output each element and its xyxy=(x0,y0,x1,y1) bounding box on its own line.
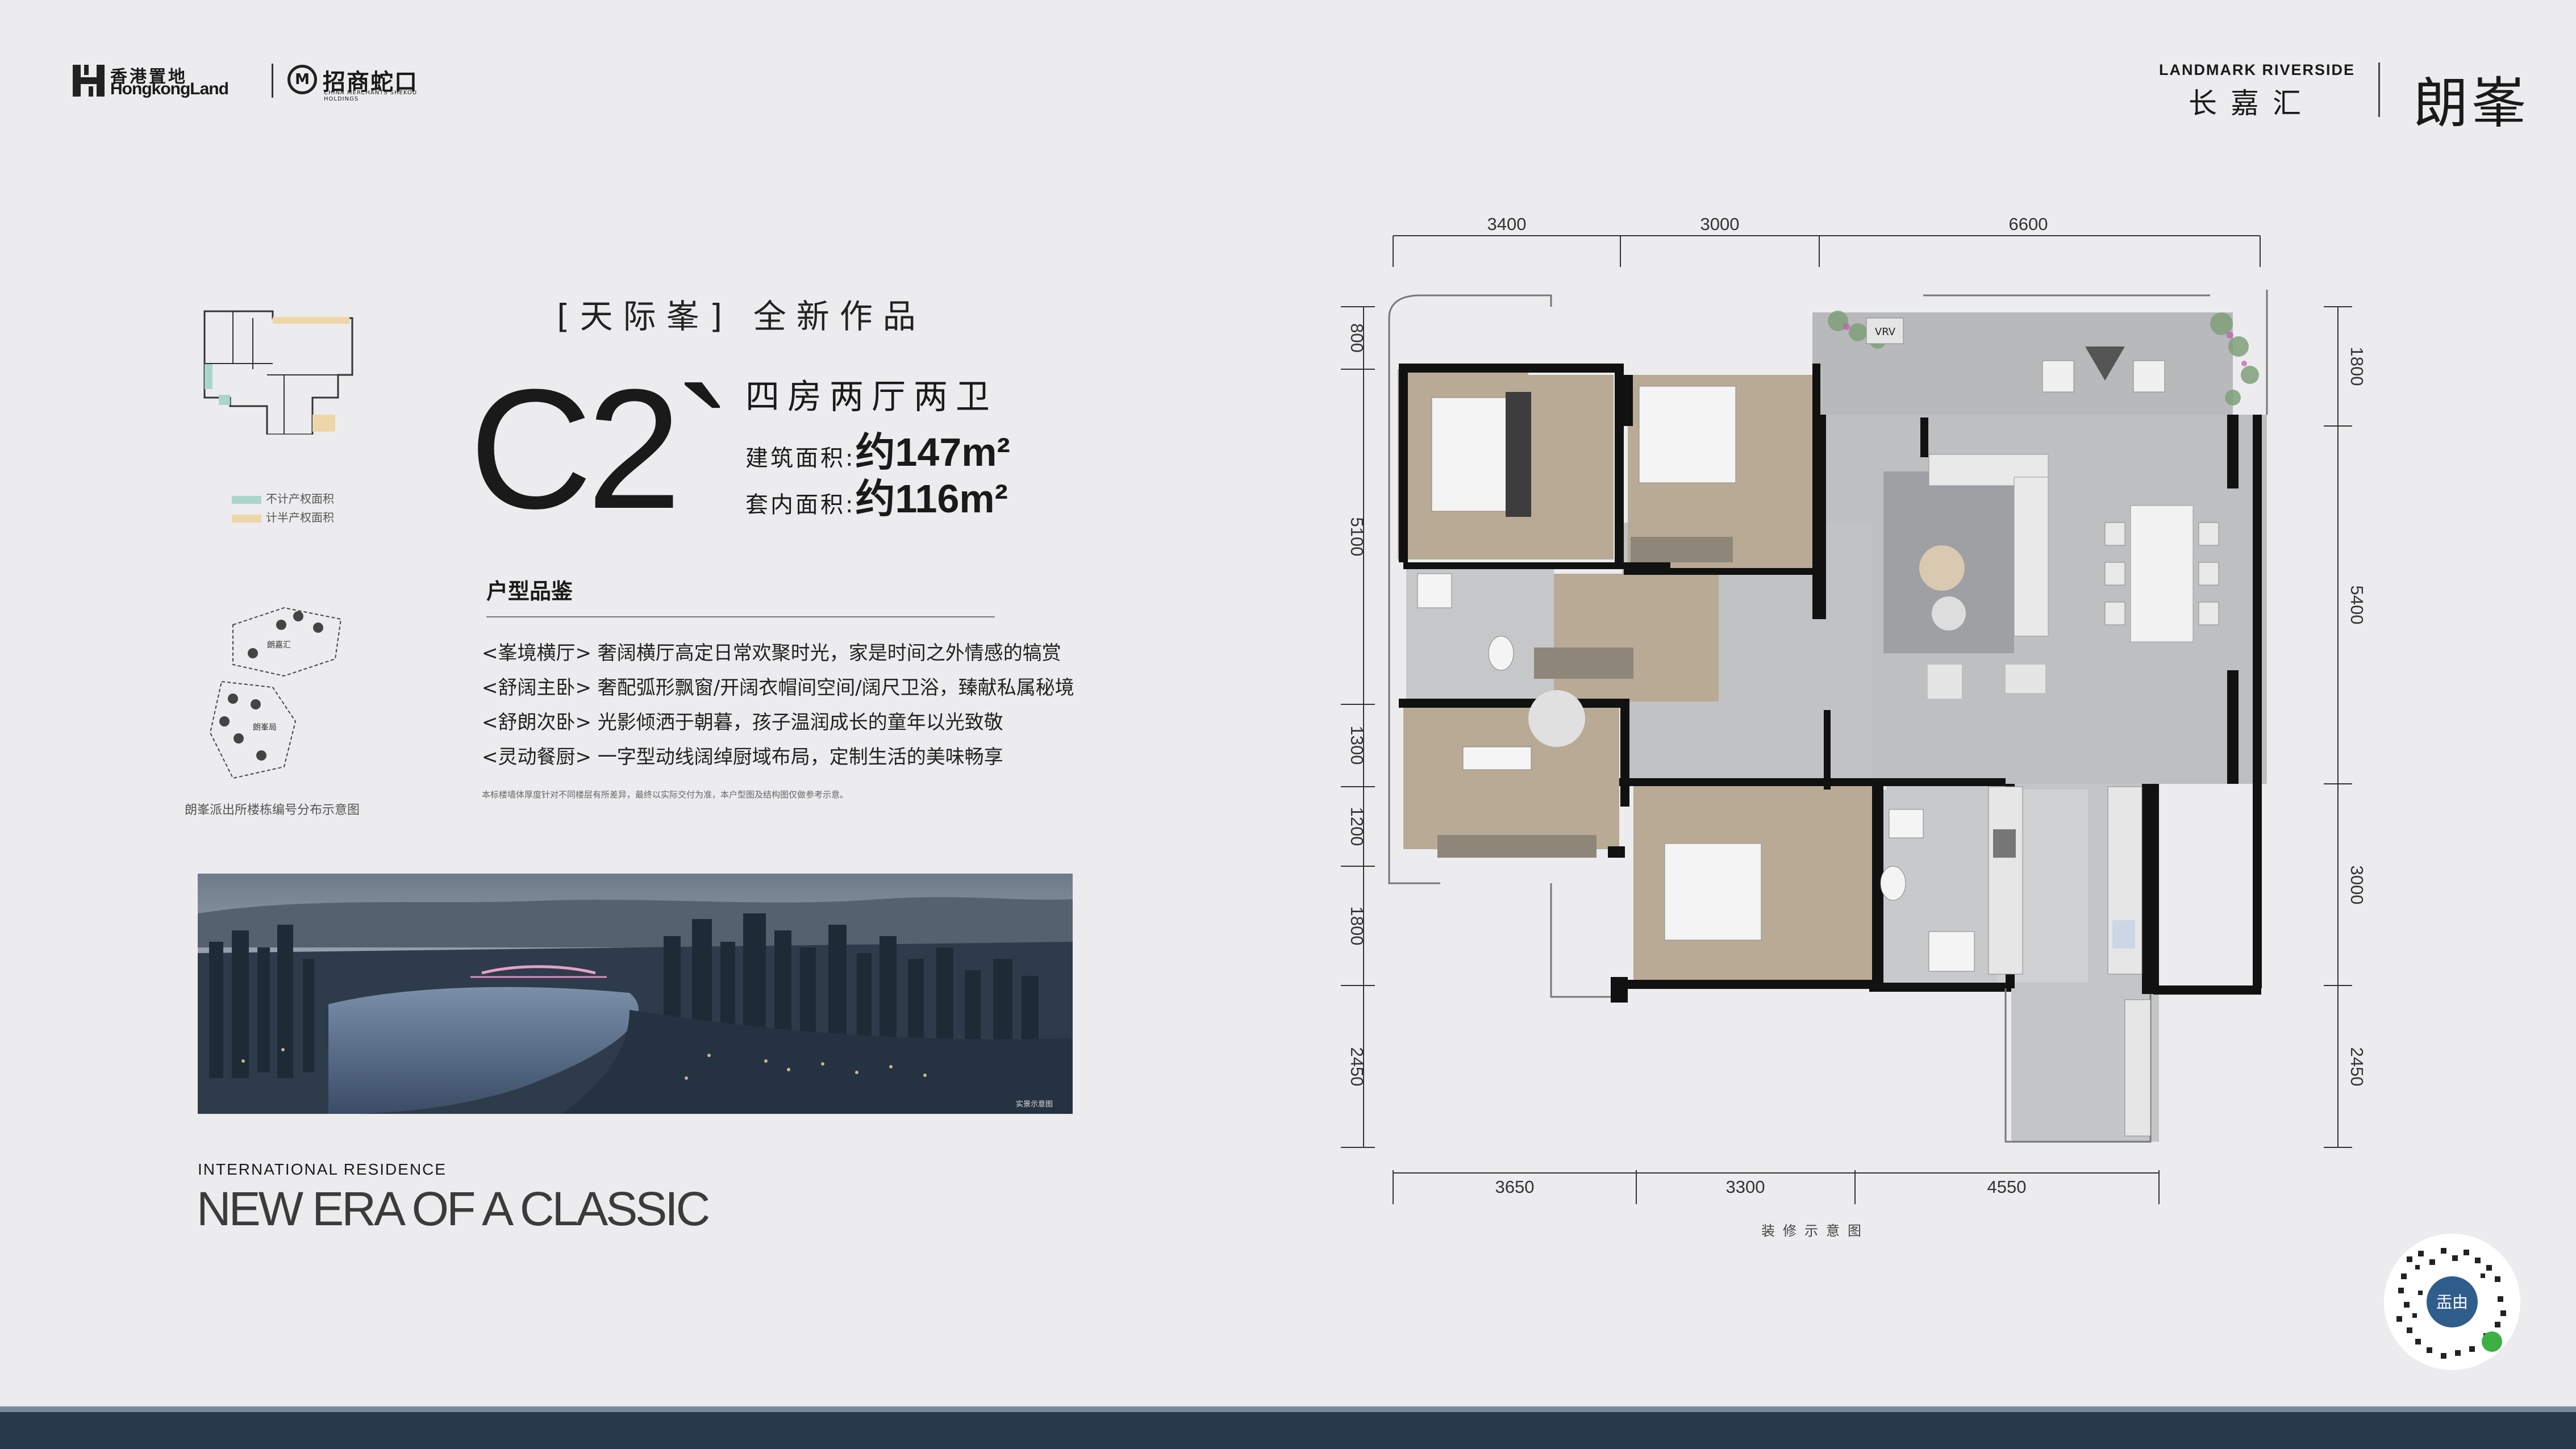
inner-area-row: 套内面积:约116m² xyxy=(745,467,1008,524)
dim-bottom-2: 3300 xyxy=(1726,1177,1765,1197)
logo-divider xyxy=(272,64,273,98)
brand-divider xyxy=(2378,62,2380,117)
dim-right-2: 5400 xyxy=(2347,586,2367,625)
legend-label: 不计产权面积 xyxy=(266,492,334,506)
cmsk-mark-icon: M xyxy=(287,65,317,94)
photo-caption: 实景示意图 xyxy=(1016,1100,1053,1109)
dining-furniture xyxy=(2104,505,2219,642)
footer-stripe xyxy=(0,1406,2576,1412)
feature-item: <灵动餐厨> 一字型动线阔绰厨域布局，定制生活的美味畅享 xyxy=(482,746,1003,769)
legend-label: 计半产权面积 xyxy=(266,511,334,524)
feature-item: <舒朗次卧> 光影倾洒于朝暮，孩子温润成长的童年以光致敬 xyxy=(482,711,1003,734)
footer-band xyxy=(0,1406,2576,1449)
legend-item: 不计产权面积 xyxy=(232,490,334,506)
feature-item: <舒阔主卧> 奢配弧形飘窗/开阔衣帽间空间/阔尺卫浴，臻献私属秘境 xyxy=(482,677,1074,699)
legend-swatch xyxy=(232,495,261,504)
dim-bottom-1: 3650 xyxy=(1495,1177,1535,1197)
dim-left-1: 800 xyxy=(1347,323,1367,353)
feature-item: <峯境横厅> 奢阔横厅高定日常欢聚时光，家是时间之外情感的犒赏 xyxy=(482,642,1061,665)
slogan-large: NEW ERA OF A CLASSIC xyxy=(197,1182,710,1235)
site-label-b: 朗峯局 xyxy=(253,723,277,732)
project-name-en: LANDMARK RIVERSIDE xyxy=(2159,61,2356,78)
site-map-caption: 朗峯派出所楼栋编号分布示意图 xyxy=(185,803,360,817)
room-layout: 四房两厅两卫 xyxy=(745,377,998,417)
features-title: 户型品鉴 xyxy=(486,579,573,604)
features-divider xyxy=(486,616,995,617)
dim-left-5: 1800 xyxy=(1347,907,1367,946)
disclaimer-note: 本标楼墙体厚度针对不同楼层有所差异，最终以实际交付为准，本户型图及结构图仅做参考… xyxy=(482,790,849,800)
dim-left-3: 1300 xyxy=(1347,726,1367,765)
key-plan-thumbnail xyxy=(203,310,353,435)
dim-bottom-3: 4550 xyxy=(1987,1177,2027,1197)
hongkong-land-en: HongkongLand xyxy=(110,80,229,98)
project-brand: 朗峯 xyxy=(2414,72,2529,135)
dim-top-3: 6600 xyxy=(2009,214,2048,234)
hongkong-land-logo: 香港置地 HongkongLand xyxy=(73,62,260,99)
tagline: [天际峯] 全新作品 xyxy=(557,297,926,336)
hongkong-land-mark-icon xyxy=(73,65,105,97)
dim-right-4: 2450 xyxy=(2347,1047,2367,1087)
cmsk-en: CHINA MERCHANTS SHEKOU HOLDINGS xyxy=(324,90,418,102)
site-distribution-map: 朗嘉汇 朗峯局 xyxy=(209,607,342,779)
legend-item: 计半产权面积 xyxy=(232,508,334,525)
site-label-a: 朗嘉汇 xyxy=(267,641,291,650)
city-night-photo: 实景示意图 xyxy=(198,874,1073,1114)
legend-swatch xyxy=(232,514,261,523)
vrv-label: VRV xyxy=(1875,326,1896,338)
project-name-cn: 长嘉汇 xyxy=(2189,87,2315,120)
qr-center-label: 㿻由 xyxy=(2436,1293,2468,1312)
dim-top-1: 3400 xyxy=(1487,214,1527,234)
inner-area-value: 约116m² xyxy=(855,477,1008,521)
slogan-small: INTERNATIONAL RESIDENCE xyxy=(198,1160,447,1178)
floor-plan: 3400 3000 6600 3650 3300 4550 800 5100 1… xyxy=(1341,214,2367,1204)
dim-right-3: 3000 xyxy=(2347,866,2367,905)
cmsk-logo: M 招商蛇口 CHINA MERCHANTS SHEKOU HOLDINGS xyxy=(287,62,435,102)
unit-model: C2` xyxy=(469,353,732,544)
dim-left-4: 1200 xyxy=(1347,807,1367,846)
dim-right-1: 1800 xyxy=(2347,347,2367,386)
mini-program-qr-code[interactable]: 㿻由 xyxy=(2384,1234,2520,1370)
floor-plan-caption: 装修示意图 xyxy=(1761,1223,1869,1239)
dim-left-6: 2450 xyxy=(1347,1047,1367,1087)
dim-left-2: 5100 xyxy=(1347,517,1367,557)
inner-area-label: 套内面积: xyxy=(745,492,856,518)
dim-top-2: 3000 xyxy=(1700,214,1740,234)
